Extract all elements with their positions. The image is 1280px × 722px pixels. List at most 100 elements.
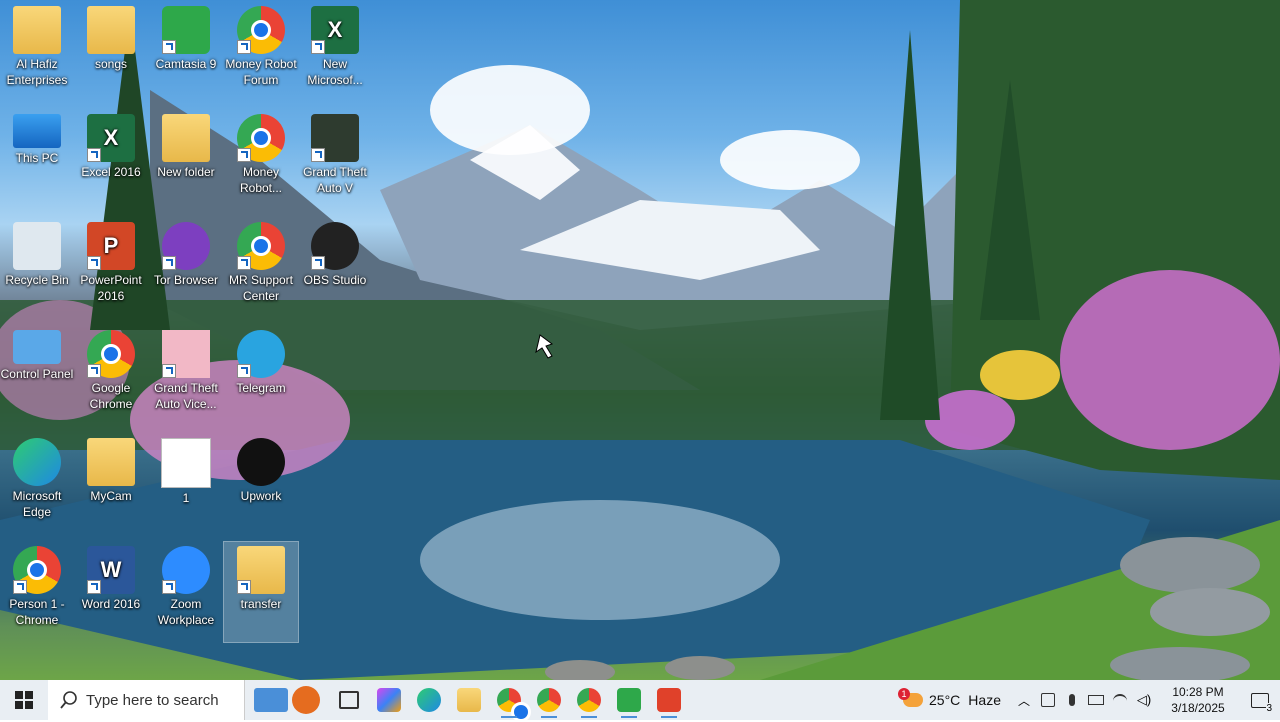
desktop-item-gta-v[interactable]: Grand Theft Auto V xyxy=(298,110,372,210)
desktop-item-camtasia[interactable]: Camtasia 9 xyxy=(149,2,223,102)
shortcut-arrow-icon xyxy=(162,364,176,378)
task-view-button[interactable] xyxy=(329,680,369,720)
desktop-item-new-excel[interactable]: X New Microsof... xyxy=(298,2,372,102)
gta-vice-icon xyxy=(162,330,210,378)
volume-icon[interactable]: ◁) xyxy=(1132,680,1156,720)
shortcut-arrow-icon xyxy=(162,256,176,270)
desktop-item-label: Person 1 - Chrome xyxy=(9,597,65,627)
chrome-profile-taskbar-icon-1[interactable] xyxy=(529,680,569,720)
control-panel-icon xyxy=(13,330,61,364)
chevron-up-icon: ︿ xyxy=(1017,693,1030,708)
desktop-item-label: Money Robot Forum xyxy=(225,57,297,87)
notification-center-button[interactable]: 3 xyxy=(1240,680,1280,720)
desktop-item-label: Upwork xyxy=(240,489,282,503)
wifi-icon[interactable] xyxy=(1108,680,1132,720)
songs-icon xyxy=(87,6,135,54)
search-box[interactable]: Type here to search xyxy=(48,680,245,720)
edge-taskbar-icon[interactable] xyxy=(409,680,449,720)
word-2016-icon: W xyxy=(87,546,135,594)
shortcut-arrow-icon xyxy=(162,580,176,594)
powerpoint-icon: P xyxy=(87,222,135,270)
shortcut-arrow-icon xyxy=(237,256,251,270)
shortcut-arrow-icon xyxy=(87,364,101,378)
desktop-item-label: Telegram xyxy=(236,381,286,395)
desktop-item-person1-chrome[interactable]: Person 1 - Chrome xyxy=(0,542,74,642)
camtasia-icon xyxy=(162,6,210,54)
desktop-item-money-robot-forum[interactable]: Money Robot Forum xyxy=(224,2,298,102)
desktop-item-file-1[interactable]: 1 xyxy=(149,434,223,534)
shortcut-arrow-icon xyxy=(13,580,27,594)
desktop-item-songs[interactable]: songs xyxy=(74,2,148,102)
weather-temp: 25°C xyxy=(929,692,961,708)
clock[interactable]: 10:28 PM 3/18/2025 xyxy=(1156,680,1240,720)
transfer-icon xyxy=(237,546,285,594)
desktop-item-obs-studio[interactable]: OBS Studio xyxy=(298,218,372,318)
excel-2016-icon: X xyxy=(87,114,135,162)
chrome-taskbar-icon[interactable] xyxy=(489,680,531,722)
desktop-item-label: New Microsof... xyxy=(307,57,363,87)
desktop-item-label: transfer xyxy=(240,597,282,611)
desktop-item-label: OBS Studio xyxy=(303,273,367,287)
desktop-item-label: Zoom Workplace xyxy=(157,597,215,627)
desktop-item-zoom[interactable]: Zoom Workplace xyxy=(149,542,223,642)
shortcut-arrow-icon xyxy=(237,580,251,594)
shortcut-arrow-icon xyxy=(87,580,101,594)
desktop-item-label: Google Chrome xyxy=(89,381,133,411)
copilot-icon[interactable] xyxy=(369,680,409,720)
desktop-item-upwork[interactable]: Upwork xyxy=(224,434,298,534)
taskbar: Type here to search 1 25°C Haze ︿ ◁) 10:… xyxy=(0,680,1280,722)
weather-widget[interactable]: 1 25°C Haze xyxy=(892,680,1012,720)
battery-icon[interactable] xyxy=(1084,680,1108,720)
desktop-item-telegram[interactable]: Telegram xyxy=(224,326,298,426)
desktop-item-tor-browser[interactable]: Tor Browser xyxy=(149,218,223,318)
desktop-item-label: Grand Theft Auto V xyxy=(303,165,367,195)
desktop-item-al-hafiz[interactable]: Al Hafiz Enterprises xyxy=(0,2,74,102)
weather-badge: 1 xyxy=(898,688,910,700)
al-hafiz-icon xyxy=(13,6,61,54)
desktop-item-this-pc[interactable]: This PC xyxy=(0,110,74,210)
desktop-item-label: Camtasia 9 xyxy=(155,57,217,71)
desktop-item-control-panel[interactable]: Control Panel xyxy=(0,326,74,426)
desktop-item-edge[interactable]: Microsoft Edge xyxy=(0,434,74,534)
new-folder-icon xyxy=(162,114,210,162)
desktop-item-recycle-bin[interactable]: Recycle Bin xyxy=(0,218,74,318)
mr-support-icon xyxy=(237,222,285,270)
desktop-item-label: Tor Browser xyxy=(153,273,218,287)
shortcut-arrow-icon xyxy=(311,256,325,270)
desktop-item-label: songs xyxy=(94,57,128,71)
desktop-item-mr-support[interactable]: MR Support Center xyxy=(224,218,298,318)
meet-now-icon[interactable] xyxy=(1036,680,1060,720)
desktop-item-money-robot[interactable]: Money Robot... xyxy=(224,110,298,210)
start-button[interactable] xyxy=(0,680,48,720)
desktop-item-label: PowerPoint 2016 xyxy=(80,273,142,303)
desktop-item-label: Word 2016 xyxy=(81,597,141,611)
show-hidden-icons-button[interactable]: ︿ xyxy=(1012,680,1036,720)
camtasia-recorder-taskbar-icon[interactable] xyxy=(649,680,689,720)
google-chrome-icon xyxy=(87,330,135,378)
desktop-item-label: Recycle Bin xyxy=(5,273,69,287)
search-icon xyxy=(60,691,77,709)
desktop-item-new-folder[interactable]: New folder xyxy=(149,110,223,210)
desktop-item-powerpoint[interactable]: P PowerPoint 2016 xyxy=(74,218,148,318)
desktop-item-word-2016[interactable]: W Word 2016 xyxy=(74,542,148,642)
shortcut-arrow-icon xyxy=(87,148,101,162)
new-excel-icon: X xyxy=(311,6,359,54)
microphone-icon[interactable] xyxy=(1060,680,1084,720)
chrome-profile-taskbar-icon-2[interactable] xyxy=(569,680,609,720)
recycle-bin-icon xyxy=(13,222,61,270)
desktop-item-mycam[interactable]: MyCam xyxy=(74,434,148,534)
notification-count: 3 xyxy=(1266,703,1272,714)
desktop-item-label: Money Robot... xyxy=(239,165,283,195)
camtasia-taskbar-icon[interactable] xyxy=(609,680,649,720)
desktop-item-google-chrome[interactable]: Google Chrome xyxy=(74,326,148,426)
gta-v-icon xyxy=(311,114,359,162)
shortcut-arrow-icon xyxy=(87,256,101,270)
desktop-item-gta-vice[interactable]: Grand Theft Auto Vice... xyxy=(149,326,223,426)
search-highlight-icon[interactable] xyxy=(245,680,329,720)
desktop-item-transfer[interactable]: transfer xyxy=(223,541,299,643)
file-explorer-icon[interactable] xyxy=(449,680,489,720)
clock-time: 10:28 PM xyxy=(1172,685,1224,699)
desktop-item-label: New folder xyxy=(157,165,215,179)
desktop: Al Hafiz Enterprises songs Camtasia 9 Money… xyxy=(0,0,1280,680)
desktop-item-excel-2016[interactable]: X Excel 2016 xyxy=(74,110,148,210)
